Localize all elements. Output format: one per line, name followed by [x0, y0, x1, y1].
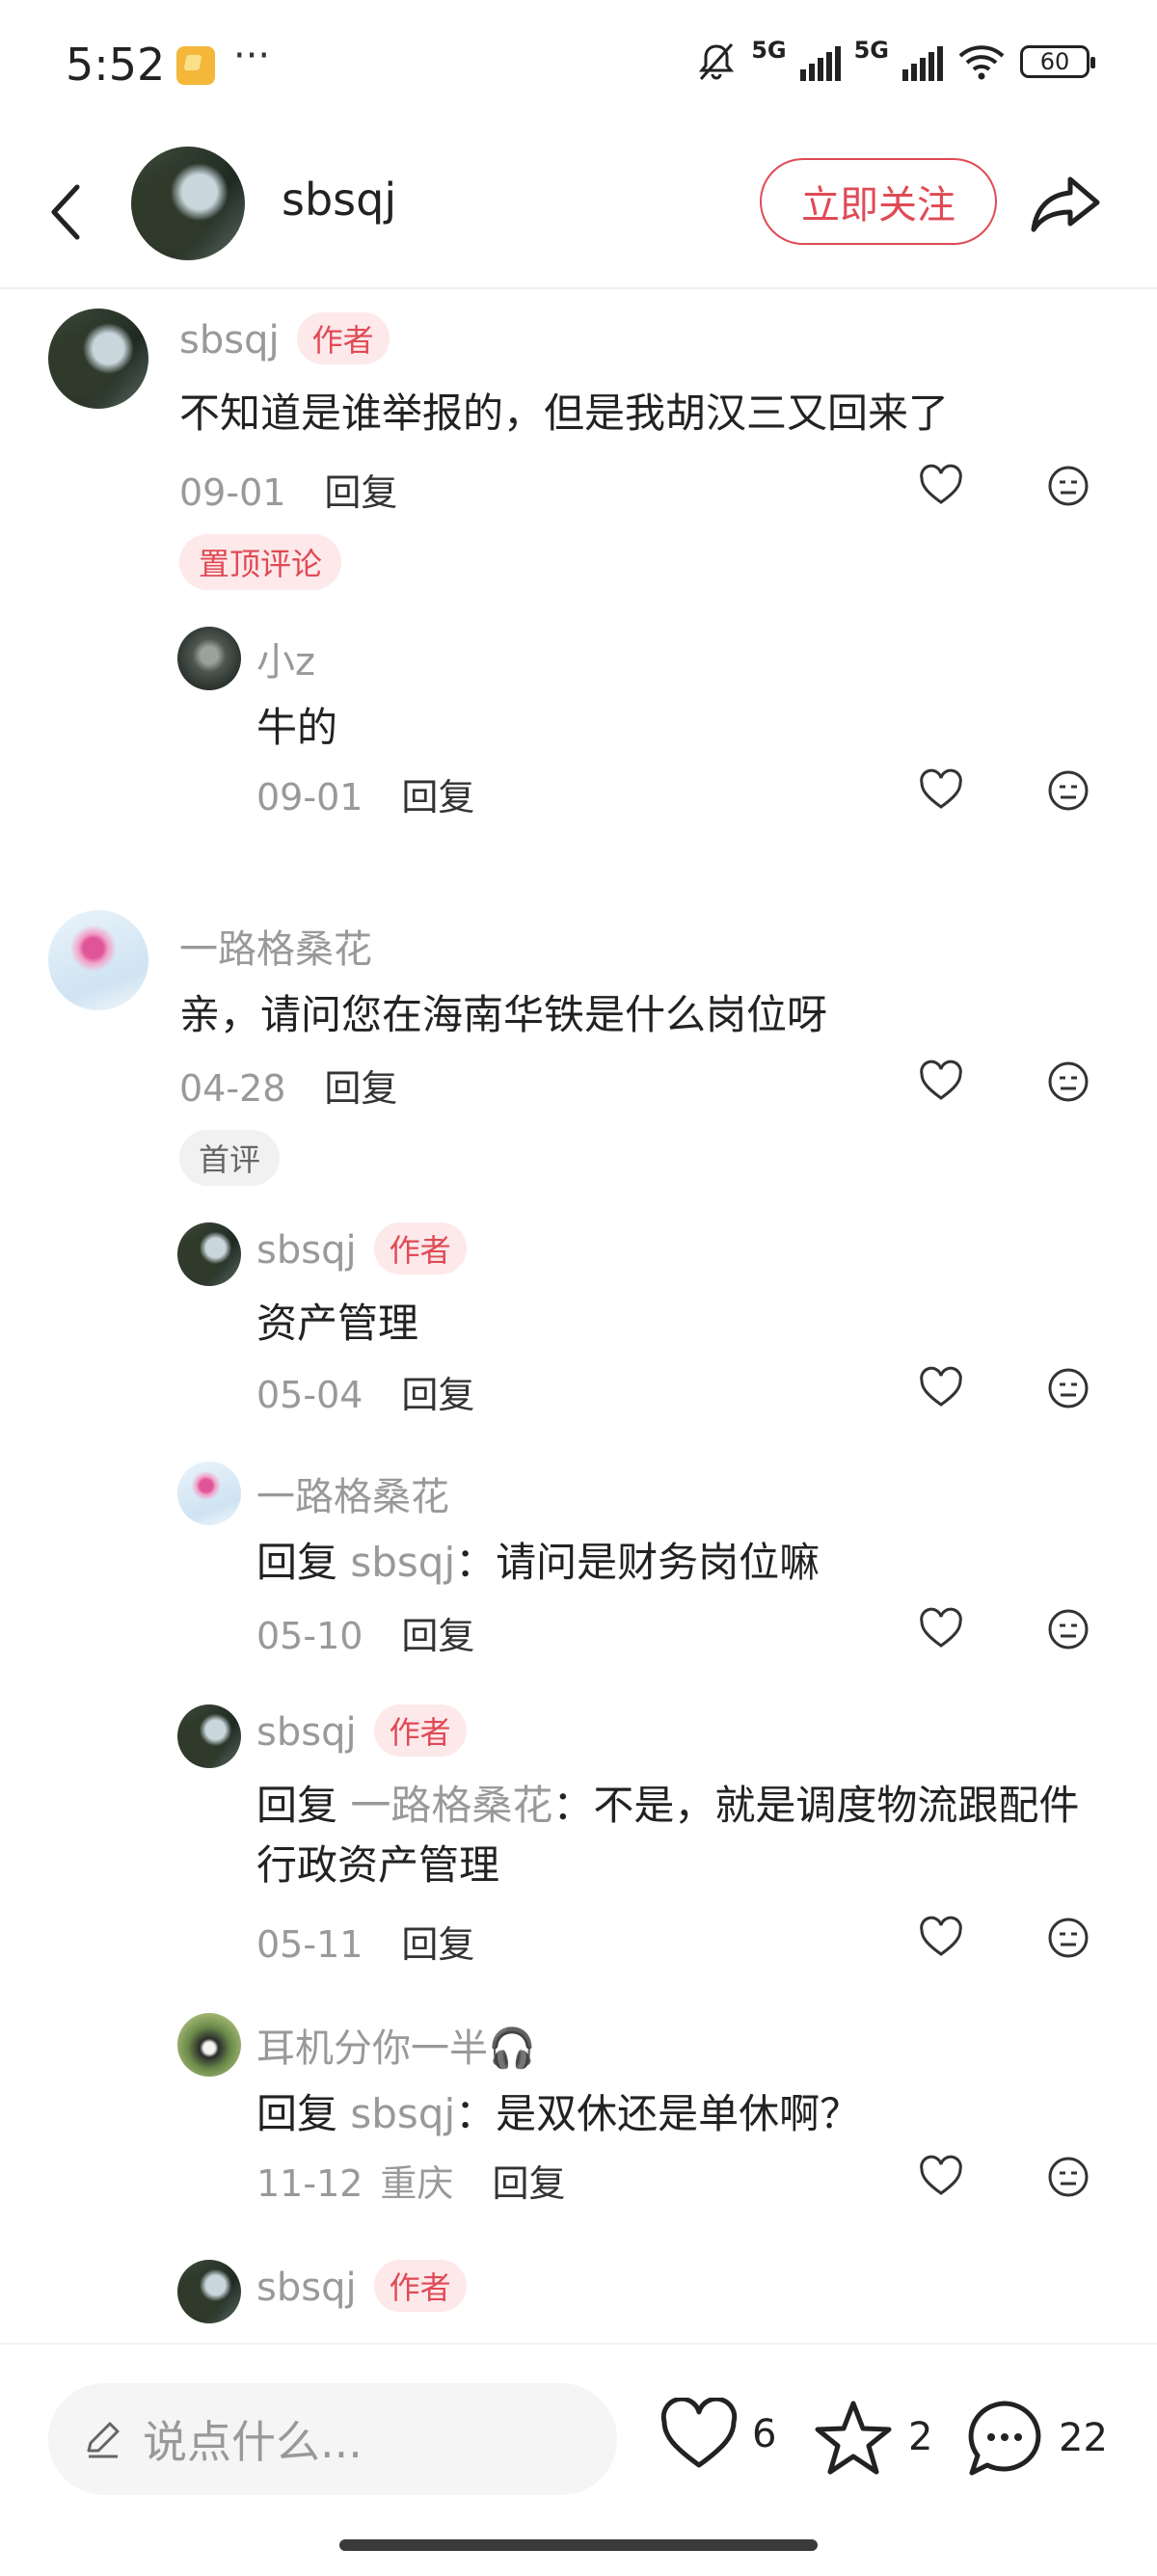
- like-heart-icon[interactable]: [918, 767, 964, 814]
- more-notifications-icon: ···: [233, 34, 271, 78]
- dislike-face-icon[interactable]: [1045, 463, 1091, 509]
- comment-count: 22: [1059, 2416, 1108, 2460]
- status-bar: 5:52 ··· 5G 5G 60: [0, 0, 1157, 135]
- author-badge: 作者: [373, 1222, 467, 1275]
- reply-prefix: 回复: [256, 1539, 338, 1586]
- share-icon[interactable]: [1028, 164, 1105, 241]
- wifi-icon: [958, 45, 1005, 80]
- dislike-face-icon[interactable]: [1045, 767, 1091, 814]
- reply-button[interactable]: 回复: [401, 1374, 474, 1416]
- star-icon: [815, 2401, 892, 2475]
- avatar[interactable]: [48, 910, 148, 1010]
- avatar[interactable]: [177, 1462, 241, 1525]
- comment-text[interactable]: 牛的: [256, 698, 1095, 758]
- comment-username[interactable]: sbsqj: [256, 1228, 357, 1273]
- comment-input[interactable]: 说点什么...: [48, 2383, 617, 2495]
- dislike-face-icon[interactable]: [1045, 1059, 1091, 1105]
- back-arrow-icon[interactable]: [42, 174, 91, 251]
- battery-icon: 60: [1020, 45, 1095, 78]
- like-heart-icon[interactable]: [918, 1915, 964, 1961]
- comment-button[interactable]: 22: [964, 2398, 1108, 2479]
- comment-username[interactable]: sbsqj: [256, 2266, 357, 2310]
- author-badge: 作者: [296, 312, 390, 364]
- like-heart-icon[interactable]: [918, 1606, 964, 1652]
- notes-app-icon: [176, 46, 215, 85]
- comment-username[interactable]: sbsqj: [256, 1710, 357, 1755]
- reply-to-username[interactable]: 一路格桑花: [350, 1782, 552, 1829]
- pencil-icon: [87, 2422, 120, 2458]
- dislike-face-icon[interactable]: [1045, 1915, 1091, 1961]
- comment-date: 05-10: [256, 1615, 363, 1657]
- favorite-count: 2: [908, 2415, 933, 2459]
- pinned-comment-badge: 置顶评论: [179, 534, 342, 590]
- top-nav-bar: sbsqj 立即关注: [0, 135, 1157, 289]
- reply-button[interactable]: 回复: [401, 1615, 474, 1657]
- like-count: 6: [752, 2412, 777, 2456]
- avatar[interactable]: [177, 1704, 241, 1768]
- like-heart-icon[interactable]: [918, 463, 964, 509]
- clock: 5:52: [66, 39, 166, 91]
- comment-date: 05-11: [256, 1923, 363, 1966]
- network-type-1: 5G: [751, 37, 787, 64]
- avatar[interactable]: [177, 627, 241, 690]
- avatar[interactable]: [177, 2013, 241, 2077]
- comment-date: 09-01: [179, 471, 286, 514]
- comment-location: 重庆: [380, 2162, 454, 2205]
- reply-content: ：请问是财务岗位嘛: [455, 1539, 821, 1586]
- signal-icon-2: [902, 42, 943, 81]
- home-indicator[interactable]: [339, 2539, 818, 2551]
- heart-icon: [660, 2398, 738, 2468]
- reply-button[interactable]: 回复: [492, 2162, 565, 2205]
- reply-prefix: 回复: [256, 1782, 338, 1829]
- avatar[interactable]: [177, 1222, 241, 1286]
- comment-username[interactable]: 耳机分你一半🎧: [256, 2017, 536, 2073]
- like-heart-icon[interactable]: [918, 1059, 964, 1105]
- like-heart-icon[interactable]: [918, 1365, 964, 1411]
- comment-date: 04-28: [179, 1067, 286, 1110]
- comment-text[interactable]: 回复 sbsqj：请问是财务岗位嘛: [256, 1533, 1095, 1593]
- reply-to-username[interactable]: sbsqj: [350, 2090, 455, 2137]
- comment-text[interactable]: 回复 sbsqj：是双休还是单休啊？: [256, 2084, 1095, 2144]
- author-avatar[interactable]: [131, 147, 245, 260]
- comment-date: 11-12: [256, 2162, 363, 2205]
- comment-text[interactable]: 不知道是谁举报的，但是我胡汉三又回来了: [179, 384, 1086, 443]
- reply-button[interactable]: 回复: [324, 1067, 397, 1110]
- comment-username[interactable]: 一路格桑花: [179, 918, 372, 974]
- dislike-face-icon[interactable]: [1045, 1365, 1091, 1411]
- reply-prefix: 回复: [256, 2090, 338, 2137]
- reply-to-username[interactable]: sbsqj: [350, 1539, 455, 1586]
- comment-date: 09-01: [256, 776, 363, 818]
- reply-button[interactable]: 回复: [401, 1923, 474, 1966]
- follow-button[interactable]: 立即关注: [760, 158, 997, 245]
- dislike-face-icon[interactable]: [1045, 2154, 1091, 2200]
- avatar[interactable]: [177, 2260, 241, 2323]
- reply-content: ：是双休还是单休啊？: [455, 2090, 861, 2137]
- reply-button[interactable]: 回复: [401, 776, 474, 818]
- comment-username[interactable]: sbsqj: [179, 318, 280, 362]
- comment-input-placeholder: 说点什么...: [143, 2416, 363, 2468]
- avatar[interactable]: [48, 309, 148, 409]
- dislike-face-icon[interactable]: [1045, 1606, 1091, 1652]
- comment-bubble-icon: [968, 2401, 1041, 2476]
- comment-text[interactable]: 亲，请问您在海南华铁是什么岗位呀: [179, 985, 1086, 1045]
- comment-username[interactable]: 一路格桑花: [256, 1465, 449, 1521]
- like-button[interactable]: 6: [659, 2398, 776, 2471]
- reply-button[interactable]: 回复: [324, 471, 397, 514]
- network-type-2: 5G: [853, 37, 889, 64]
- author-badge: 作者: [373, 1704, 467, 1757]
- comment-username[interactable]: 小z: [256, 631, 315, 686]
- author-name[interactable]: sbsqj: [282, 174, 396, 226]
- comment-date: 05-04: [256, 1374, 363, 1416]
- like-heart-icon[interactable]: [918, 2154, 964, 2200]
- favorite-button[interactable]: 2: [812, 2398, 932, 2477]
- signal-icon-1: [799, 42, 841, 81]
- comment-text[interactable]: 回复 一路格桑花：不是，就是调度物流跟配件行政资产管理: [256, 1776, 1095, 1895]
- first-comment-badge: 首评: [179, 1130, 281, 1186]
- author-badge: 作者: [373, 2260, 467, 2312]
- mute-icon: [699, 43, 735, 80]
- comment-text[interactable]: 资产管理: [256, 1294, 1095, 1354]
